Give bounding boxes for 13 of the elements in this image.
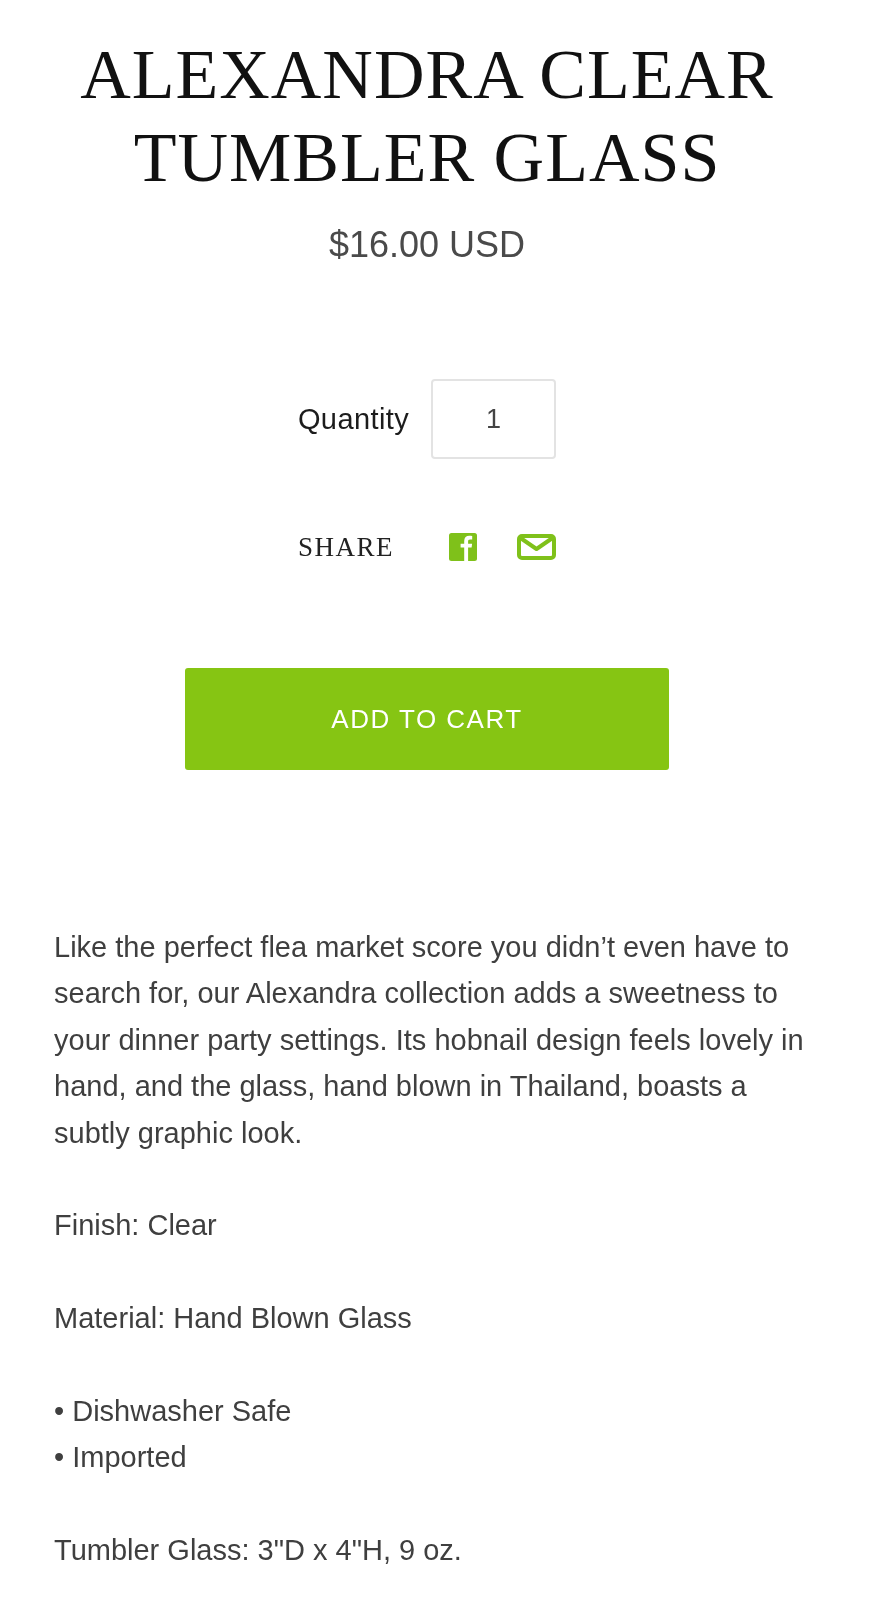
share-label: SHARE xyxy=(298,533,394,561)
feature-item: • Dishwasher Safe xyxy=(54,1394,292,1429)
quantity-label: Quantity xyxy=(297,401,410,437)
description-paragraph: Tumbler Glass: 3"D x 4"H, 9 oz. xyxy=(54,1533,463,1569)
description-paragraph: Like the perfect flea market score you didn’t even have to search for, our Alexandra collection adds a sweetness to your dinner party settings. Its hobnail design feels lovely in hand, and the glass, hand blown in Thailand, boasts a subtly graphic look. xyxy=(54,930,805,1151)
product-price: $16.00 USD xyxy=(328,223,526,265)
product-title: ALEXANDRA CLEAR TUMBLER GLASS xyxy=(79,35,775,198)
feature-item: • Imported xyxy=(54,1440,187,1476)
quantity-field[interactable]: 1 xyxy=(431,379,557,459)
facebook-icon[interactable] xyxy=(449,533,477,561)
description-paragraph: Material: Hand Blown Glass xyxy=(54,1301,413,1337)
description-paragraph: Finish: Clear xyxy=(54,1208,218,1244)
email-icon[interactable] xyxy=(517,534,556,560)
